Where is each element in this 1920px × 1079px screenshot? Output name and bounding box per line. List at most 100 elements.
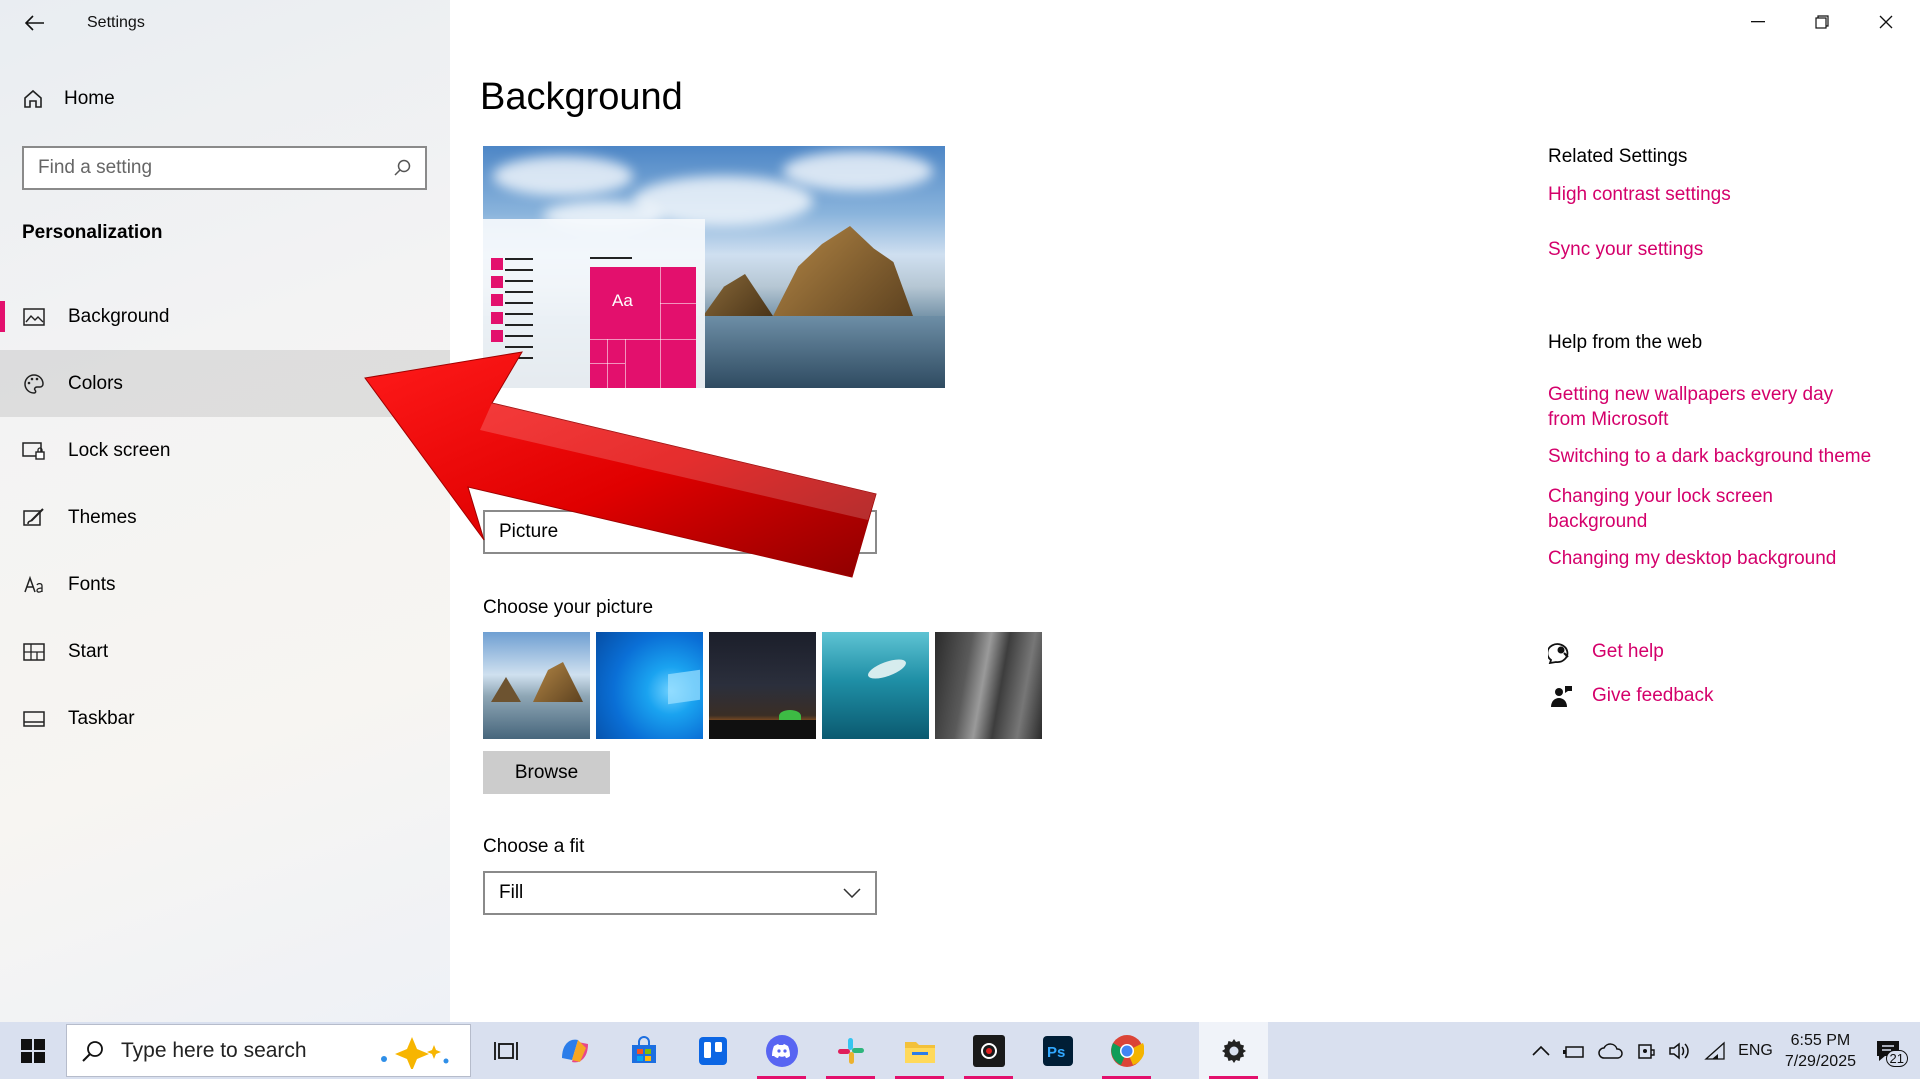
related-settings-heading: Related Settings — [1548, 146, 1688, 167]
home-label: Home — [64, 88, 115, 109]
help-link-dark-theme[interactable]: Switching to a dark background theme — [1548, 444, 1908, 469]
sidebar-item-label: Taskbar — [68, 707, 135, 729]
discord-icon — [765, 1034, 798, 1067]
notification-badge: 21 — [1885, 1049, 1908, 1067]
taskbar-app-slack[interactable] — [816, 1022, 885, 1079]
find-setting-input[interactable] — [38, 157, 393, 179]
taskbar: Type here to search Ps ENG 6:55 PM 7/29/… — [0, 1022, 1920, 1079]
taskbar-search-placeholder: Type here to search — [121, 1038, 307, 1062]
background-preview: Aa — [483, 146, 945, 388]
browse-button[interactable]: Browse — [483, 751, 610, 794]
sidebar-item-label: Fonts — [68, 573, 116, 595]
svg-text:Ps: Ps — [1047, 1044, 1065, 1061]
sidebar-item-themes[interactable]: Themes — [0, 484, 450, 551]
taskbar-search[interactable]: Type here to search — [66, 1024, 471, 1077]
taskbar-app-file-explorer[interactable] — [885, 1022, 954, 1079]
background-type-label: Background — [483, 475, 585, 496]
help-link-lock-screen[interactable]: Changing your lock screen background — [1548, 484, 1808, 534]
help-web-heading: Help from the web — [1548, 332, 1703, 353]
sidebar-nav: Background Colors Lock screen Themes Fon… — [0, 283, 450, 752]
cloud-icon[interactable] — [1598, 1042, 1624, 1060]
sidebar-item-fonts[interactable]: Fonts — [0, 551, 450, 618]
palette-icon — [22, 372, 46, 396]
notification-center-button[interactable]: 21 — [1868, 1031, 1908, 1071]
background-type-select[interactable]: Picture — [483, 510, 877, 554]
sidebar-item-background[interactable]: Background — [0, 283, 450, 350]
wifi-icon[interactable] — [1704, 1041, 1726, 1061]
get-help-link[interactable]: Get help — [1548, 640, 1664, 664]
choose-fit-value: Fill — [499, 882, 524, 903]
give-feedback-label: Give feedback — [1592, 685, 1714, 706]
restore-button[interactable] — [1792, 4, 1852, 40]
sidebar-home[interactable]: Home — [22, 88, 115, 110]
restore-icon — [1815, 15, 1829, 29]
sidebar-item-start[interactable]: Start — [0, 618, 450, 685]
taskbar-app-chrome[interactable] — [1092, 1022, 1161, 1079]
sidebar-item-label: Colors — [68, 372, 123, 394]
close-icon — [1879, 15, 1893, 29]
brush-icon — [22, 506, 46, 530]
copilot-icon — [561, 1039, 588, 1062]
taskbar-app-copilot[interactable] — [540, 1022, 609, 1079]
clock-time: 6:55 PM — [1790, 1031, 1851, 1049]
page-title: Background — [480, 76, 683, 118]
picture-thumbnail-rock[interactable] — [935, 632, 1042, 739]
picture-thumbnail-night-sky[interactable] — [709, 632, 816, 739]
help-link-desktop-bg[interactable]: Changing my desktop background — [1548, 546, 1908, 571]
chevron-up-icon[interactable] — [1532, 1045, 1550, 1057]
sidebar: Settings Home Personalization Background… — [0, 0, 450, 1022]
minimize-icon — [1751, 21, 1765, 23]
get-help-label: Get help — [1592, 641, 1664, 662]
sidebar-item-colors[interactable]: Colors — [0, 350, 450, 417]
taskbar-app-recorder[interactable] — [954, 1022, 1023, 1079]
trello-icon — [698, 1036, 727, 1065]
back-arrow-icon — [25, 15, 44, 31]
picture-thumbnail-windows[interactable] — [596, 632, 703, 739]
clock[interactable]: 6:55 PM 7/29/2025 — [1785, 1030, 1856, 1072]
sidebar-item-label: Start — [68, 640, 109, 662]
recorder-icon — [972, 1034, 1005, 1067]
help-link-wallpapers[interactable]: Getting new wallpapers every day from Mi… — [1548, 382, 1868, 432]
taskbar-app-store[interactable] — [609, 1022, 678, 1079]
device-icon[interactable] — [1636, 1041, 1656, 1061]
photoshop-icon: Ps — [1042, 1035, 1073, 1066]
choose-fit-label: Choose a fit — [483, 836, 585, 857]
system-tray: ENG 6:55 PM 7/29/2025 21 — [1532, 1022, 1920, 1079]
clock-date: 7/29/2025 — [1784, 1052, 1856, 1070]
volume-icon[interactable] — [1668, 1041, 1692, 1061]
sidebar-item-label: Themes — [68, 506, 137, 528]
battery-icon[interactable] — [1562, 1042, 1586, 1060]
preview-tile: Aa — [590, 267, 696, 388]
taskbar-app-discord[interactable] — [747, 1022, 816, 1079]
sparkle-icon — [381, 1037, 449, 1069]
taskbar-app-trello[interactable] — [678, 1022, 747, 1079]
taskbar-app-settings[interactable] — [1199, 1022, 1268, 1079]
picture-thumbnail-underwater[interactable] — [822, 632, 929, 739]
taskbar-app-photoshop[interactable]: Ps — [1023, 1022, 1092, 1079]
store-icon — [631, 1035, 656, 1063]
give-feedback-link[interactable]: Give feedback — [1548, 684, 1713, 708]
font-icon — [22, 573, 46, 597]
high-contrast-link[interactable]: High contrast settings — [1548, 182, 1908, 207]
home-icon — [24, 89, 42, 108]
search-icon — [394, 159, 411, 176]
sidebar-item-lock-screen[interactable]: Lock screen — [0, 417, 450, 484]
find-setting-search[interactable] — [22, 146, 427, 190]
app-title: Settings — [87, 14, 145, 31]
back-button[interactable] — [18, 6, 52, 40]
preview-start-menu — [491, 258, 537, 368]
windows-logo-icon — [21, 1038, 45, 1063]
folder-icon — [904, 1041, 935, 1063]
start-button[interactable] — [0, 1022, 66, 1079]
minimize-button[interactable] — [1728, 4, 1788, 40]
task-view-button[interactable] — [471, 1022, 540, 1079]
picture-thumbnail-beach[interactable] — [483, 632, 590, 739]
chevron-down-icon — [843, 888, 861, 898]
choose-fit-select[interactable]: Fill — [483, 871, 877, 915]
sync-settings-link[interactable]: Sync your settings — [1548, 237, 1908, 262]
lock-screen-icon — [22, 439, 46, 463]
language-indicator[interactable]: ENG — [1738, 1042, 1773, 1060]
choose-picture-label: Choose your picture — [483, 597, 654, 618]
close-button[interactable] — [1856, 4, 1916, 40]
sidebar-item-taskbar[interactable]: Taskbar — [0, 685, 450, 752]
